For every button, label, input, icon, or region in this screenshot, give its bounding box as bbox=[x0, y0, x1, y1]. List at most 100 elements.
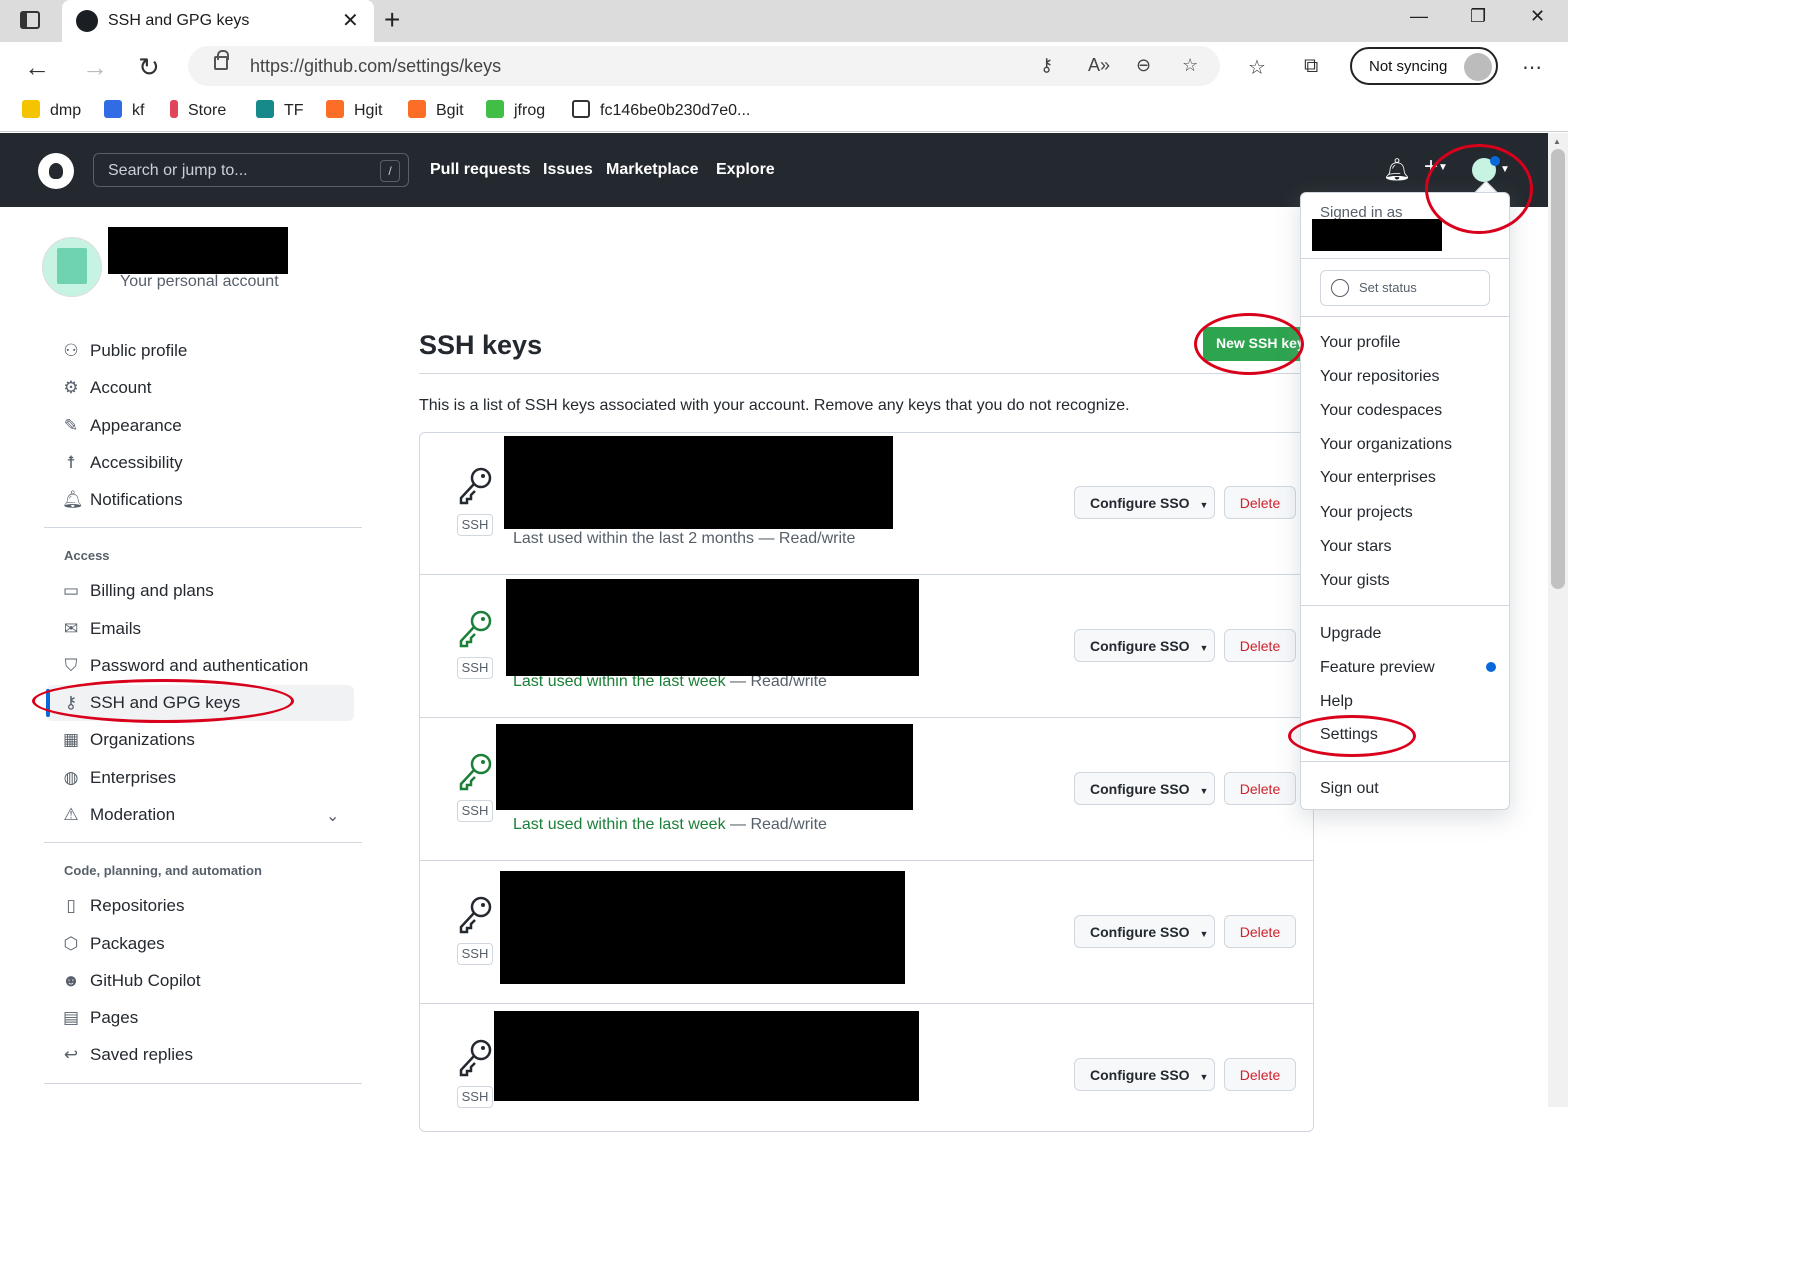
key-icon bbox=[459, 610, 492, 648]
scrollbar-thumb[interactable] bbox=[1551, 149, 1565, 589]
menu-sign-out[interactable]: Sign out bbox=[1320, 780, 1379, 798]
menu-your-enterprises[interactable]: Your enterprises bbox=[1320, 469, 1436, 487]
add-favorite-icon[interactable]: ☆ bbox=[1182, 55, 1198, 76]
key-icon bbox=[459, 467, 492, 505]
page-scrollbar[interactable]: ▲ bbox=[1548, 133, 1568, 1107]
sidebar-item-accessibility[interactable]: ☨ Accessibility bbox=[62, 453, 182, 483]
menu-help[interactable]: Help bbox=[1320, 693, 1353, 711]
menu-your-organizations[interactable]: Your organizations bbox=[1320, 436, 1452, 454]
menu-upgrade[interactable]: Upgrade bbox=[1320, 625, 1381, 643]
sidebar-item-pages[interactable]: ▤ Pages bbox=[62, 1008, 138, 1038]
window-close-icon[interactable]: ✕ bbox=[1530, 6, 1545, 27]
bookmark-hgit[interactable]: Hgit bbox=[326, 100, 382, 120]
minimize-icon[interactable]: — bbox=[1410, 6, 1428, 27]
nav-marketplace[interactable]: Marketplace bbox=[606, 161, 699, 179]
sidebar-item-public-profile[interactable]: ⚇ Public profile bbox=[62, 341, 187, 371]
menu-your-profile[interactable]: Your profile bbox=[1320, 334, 1400, 352]
zoom-icon[interactable]: ⊖ bbox=[1136, 55, 1151, 76]
bookmark-jfrog[interactable]: jfrog bbox=[486, 100, 545, 120]
bookmark-kf[interactable]: kf bbox=[104, 100, 144, 120]
browser-tab[interactable]: SSH and GPG keys ✕ bbox=[62, 0, 374, 42]
bookmark-bgit[interactable]: Bgit bbox=[408, 100, 464, 120]
lock-icon[interactable] bbox=[214, 50, 229, 70]
search-input[interactable]: Search or jump to... / bbox=[93, 153, 409, 187]
menu-your-gists[interactable]: Your gists bbox=[1320, 572, 1390, 590]
refresh-icon[interactable]: ↻ bbox=[138, 52, 160, 83]
delete-key-button[interactable]: Delete bbox=[1224, 915, 1296, 948]
sidebar-divider bbox=[44, 527, 362, 528]
sync-label: Not syncing bbox=[1369, 58, 1448, 75]
back-icon[interactable]: ← bbox=[24, 52, 50, 83]
menu-your-projects[interactable]: Your projects bbox=[1320, 504, 1413, 522]
chevron-down-icon: ▼ bbox=[1199, 929, 1209, 939]
sidebar-item-moderation[interactable]: ⚠ Moderation bbox=[62, 805, 175, 835]
scroll-up-icon[interactable]: ▲ bbox=[1553, 137, 1561, 146]
dropdown-divider bbox=[1301, 761, 1509, 762]
ssh-key-row: SSH Last used within the last week — Rea… bbox=[419, 718, 1314, 861]
delete-key-button[interactable]: Delete bbox=[1224, 629, 1296, 662]
collections-icon[interactable]: ⧉ bbox=[1304, 55, 1318, 78]
nav-issues[interactable]: Issues bbox=[543, 161, 593, 179]
configure-sso-button[interactable]: Configure SSO ▼ bbox=[1074, 1058, 1215, 1091]
sidebar-item-emails[interactable]: ✉ Emails bbox=[62, 619, 141, 649]
bookmark-store[interactable]: Store bbox=[170, 100, 226, 120]
package-icon: ⬡ bbox=[63, 934, 79, 953]
sidebar-item-copilot[interactable]: ☻ GitHub Copilot bbox=[62, 971, 201, 1001]
chevron-down-icon: ▼ bbox=[1199, 500, 1209, 510]
bookmark-tf[interactable]: TF bbox=[256, 100, 304, 120]
delete-key-button[interactable]: Delete bbox=[1224, 1058, 1296, 1091]
key-type-badge: SSH bbox=[457, 514, 493, 536]
delete-key-button[interactable]: Delete bbox=[1224, 486, 1296, 519]
redacted-key-details bbox=[500, 871, 905, 984]
key-type-badge: SSH bbox=[457, 1086, 493, 1108]
url-field[interactable]: https://github.com/settings/keys ⚷ A» ⊖ … bbox=[188, 46, 1220, 86]
ssh-key-row: SSH Last used within the last 2 months —… bbox=[419, 432, 1314, 575]
sidebar-item-billing[interactable]: ▭ Billing and plans bbox=[62, 581, 214, 611]
chevron-down-icon[interactable]: ⌄ bbox=[326, 806, 339, 826]
sync-status-button[interactable]: Not syncing bbox=[1350, 47, 1498, 85]
github-logo-icon[interactable] bbox=[38, 153, 74, 189]
password-key-icon[interactable]: ⚷ bbox=[1040, 55, 1053, 76]
delete-key-button[interactable]: Delete bbox=[1224, 772, 1296, 805]
more-options-icon[interactable]: ⋯ bbox=[1522, 55, 1542, 80]
menu-your-codespaces[interactable]: Your codespaces bbox=[1320, 402, 1442, 420]
menu-feature-preview[interactable]: Feature preview bbox=[1320, 659, 1435, 677]
tab-actions-icon[interactable] bbox=[20, 11, 40, 29]
configure-sso-button[interactable]: Configure SSO ▼ bbox=[1074, 772, 1215, 805]
sidebar-item-notifications[interactable]: 🔔︎ Notifications bbox=[62, 490, 183, 520]
nav-explore[interactable]: Explore bbox=[716, 161, 775, 179]
browser-profile-avatar bbox=[1464, 53, 1492, 81]
key-icon bbox=[459, 896, 492, 934]
sidebar-item-saved-replies[interactable]: ↩ Saved replies bbox=[62, 1045, 193, 1075]
sidebar-item-account[interactable]: ⚙ Account bbox=[62, 378, 151, 408]
page-title: SSH keys bbox=[419, 330, 543, 360]
bookmark-file[interactable]: fc146be0b230d7e0... bbox=[572, 100, 750, 120]
notifications-bell-icon[interactable]: 🔔︎ bbox=[1383, 157, 1411, 183]
bookmark-dmp[interactable]: dmp bbox=[22, 100, 81, 120]
sidebar-item-repositories[interactable]: ▯ Repositories bbox=[62, 896, 184, 926]
nav-pull-requests[interactable]: Pull requests bbox=[430, 161, 530, 179]
configure-sso-button[interactable]: Configure SSO ▼ bbox=[1074, 915, 1215, 948]
read-aloud-icon[interactable]: A» bbox=[1088, 55, 1110, 76]
chevron-down-icon: ▼ bbox=[1199, 786, 1209, 796]
new-tab-icon[interactable]: + bbox=[384, 4, 400, 36]
sidebar-item-appearance[interactable]: ✎ Appearance bbox=[62, 416, 182, 446]
tab-close-icon[interactable]: ✕ bbox=[342, 8, 359, 33]
title-divider bbox=[419, 373, 1314, 374]
set-status-button[interactable]: Set status bbox=[1320, 270, 1490, 306]
sidebar-item-organizations[interactable]: ▦ Organizations bbox=[62, 730, 195, 760]
configure-sso-button[interactable]: Configure SSO ▼ bbox=[1074, 486, 1215, 519]
sidebar-item-packages[interactable]: ⬡ Packages bbox=[62, 934, 165, 964]
favorites-icon[interactable]: ☆ bbox=[1248, 55, 1266, 80]
configure-sso-button[interactable]: Configure SSO ▼ bbox=[1074, 629, 1215, 662]
shield-lock-icon: ⛉ bbox=[64, 656, 78, 675]
url-text: https://github.com/settings/keys bbox=[250, 56, 502, 76]
menu-your-repositories[interactable]: Your repositories bbox=[1320, 368, 1439, 386]
sidebar-item-enterprises[interactable]: ◍ Enterprises bbox=[62, 768, 176, 798]
restore-icon[interactable]: ❐ bbox=[1470, 6, 1486, 27]
dropdown-divider bbox=[1301, 258, 1509, 259]
chevron-down-icon: ▼ bbox=[1199, 643, 1209, 653]
sidebar-heading-code: Code, planning, and automation bbox=[64, 863, 262, 878]
menu-your-stars[interactable]: Your stars bbox=[1320, 538, 1391, 556]
forward-icon[interactable]: → bbox=[82, 52, 108, 83]
